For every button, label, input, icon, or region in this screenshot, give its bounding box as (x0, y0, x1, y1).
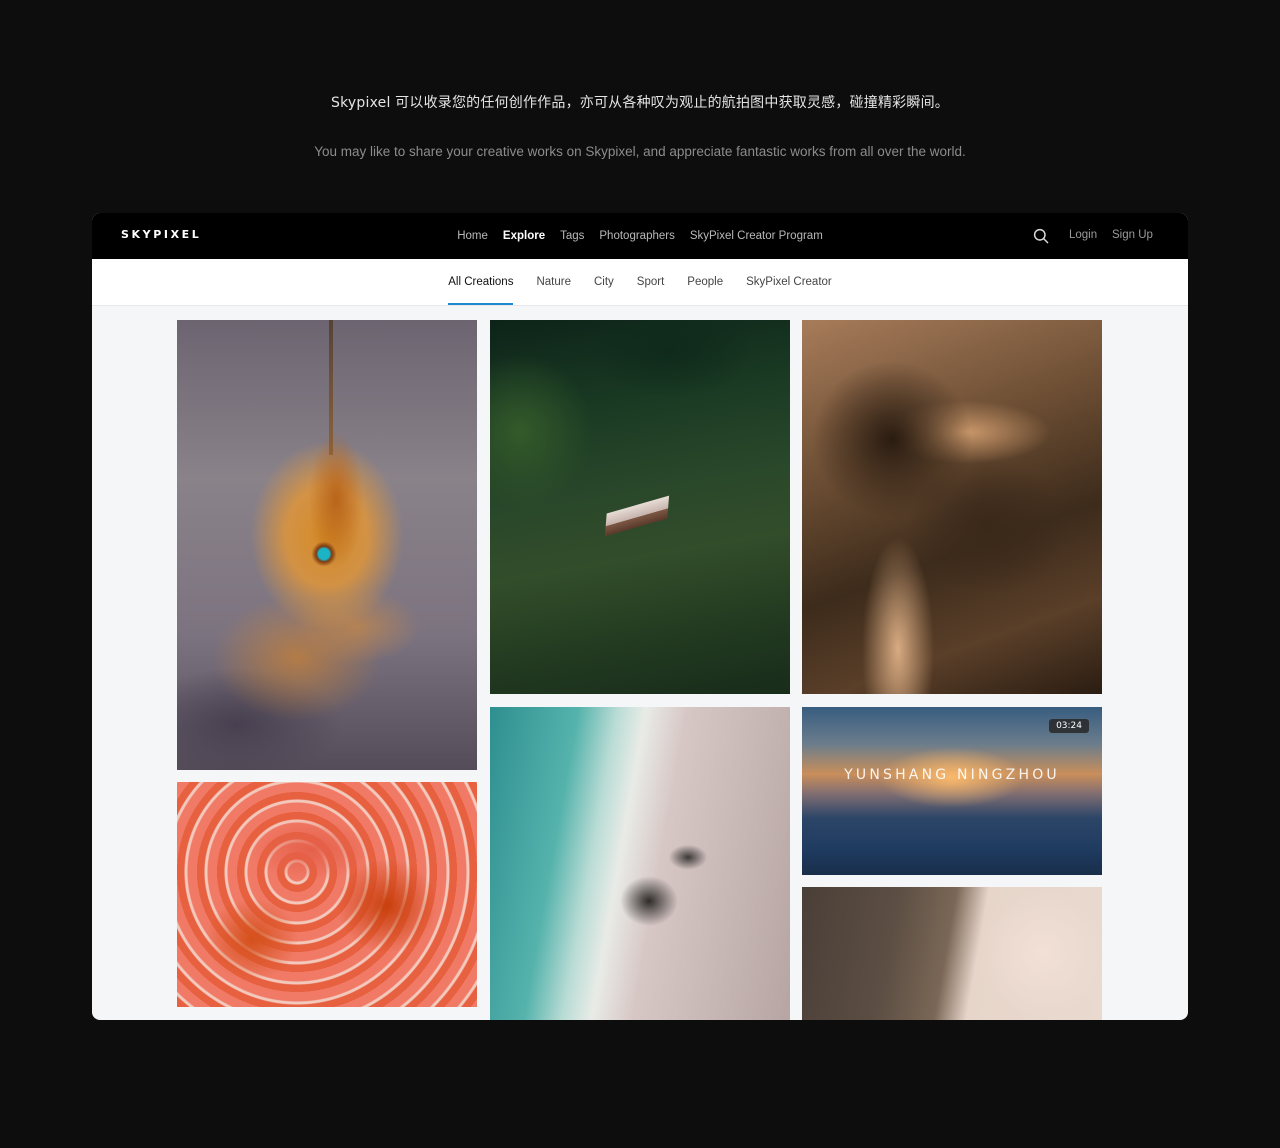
photo-tile-forest-cabin[interactable] (490, 320, 790, 694)
search-icon[interactable] (1033, 228, 1049, 244)
intro-chinese-text: Skypixel 可以收录您的任何创作作品，亦可从各种叹为观止的航拍图中获取灵感… (331, 95, 949, 111)
nav-photographers[interactable]: Photographers (599, 230, 674, 242)
cabin-roof-detail (604, 495, 670, 537)
tab-all-creations[interactable]: All Creations (448, 259, 514, 305)
login-link[interactable]: Login (1069, 229, 1097, 241)
top-navigation-bar: SKYPIXEL Home Explore Tags Photographers… (92, 213, 1188, 259)
tab-skypixel-creator[interactable]: SkyPixel Creator (746, 259, 832, 305)
signup-link[interactable]: Sign Up (1112, 229, 1153, 241)
skypixel-logo[interactable]: SKYPIXEL (121, 228, 201, 241)
video-title-overlay: YUNSHANG NINGZHOU (844, 767, 1060, 783)
category-tabs: All Creations Nature City Sport People S… (92, 259, 1188, 305)
tab-sport[interactable]: Sport (637, 259, 665, 305)
photo-tile-beach-waves[interactable] (490, 707, 790, 1020)
tab-people[interactable]: People (687, 259, 723, 305)
video-tile-sunrise-clouds[interactable]: 03:24 YUNSHANG NINGZHOU (802, 707, 1102, 875)
tab-city[interactable]: City (594, 259, 614, 305)
tab-nature[interactable]: Nature (536, 259, 571, 305)
photo-tile-red-salt-flats[interactable] (177, 782, 477, 1007)
nav-creator-program[interactable]: SkyPixel Creator Program (690, 230, 823, 242)
nav-home[interactable]: Home (457, 230, 488, 242)
category-tab-bar: All Creations Nature City Sport People S… (92, 259, 1188, 306)
main-nav: Home Explore Tags Photographers SkyPixel… (92, 213, 1188, 259)
photo-tile-shoreline[interactable] (802, 887, 1102, 1020)
browser-frame: SKYPIXEL Home Explore Tags Photographers… (92, 213, 1188, 1020)
photo-tile-orange-landscape[interactable] (177, 320, 477, 770)
nav-tags[interactable]: Tags (560, 230, 584, 242)
photo-tile-desert-dunes[interactable] (802, 320, 1102, 694)
intro-english-text: You may like to share your creative work… (314, 144, 966, 159)
nav-explore[interactable]: Explore (503, 230, 545, 242)
video-duration-badge: 03:24 (1049, 719, 1089, 733)
